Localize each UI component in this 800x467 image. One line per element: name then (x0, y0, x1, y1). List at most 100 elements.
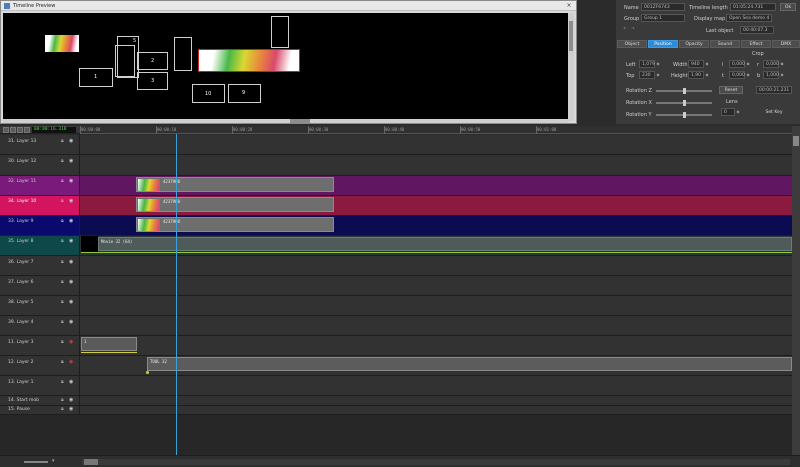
reset-button[interactable]: Reset (719, 86, 743, 94)
layer-header[interactable]: 37. Layer 6 🔒︎ ◉ (0, 276, 80, 295)
preview-box-5b[interactable] (115, 45, 135, 77)
video-clip[interactable]: 4237908 (136, 177, 334, 192)
layer-header[interactable]: 11. Layer 3 🔒︎ ◉ (0, 336, 80, 355)
rewind-button[interactable] (3, 127, 9, 133)
top-field[interactable]: 230 (639, 71, 655, 79)
preview-image-large[interactable] (198, 49, 300, 72)
lock-icon[interactable]: 🔒︎ (61, 138, 64, 144)
timeline-vertical-scrollbar[interactable] (792, 126, 800, 455)
close-icon[interactable]: × (565, 2, 573, 9)
lock-icon[interactable]: 🔒︎ (61, 379, 64, 385)
ok-button[interactable]: Ok (780, 3, 796, 11)
timeline-ruler[interactable]: 00:00:00 00:00:10 00:00:20 00:00:30 00:0… (80, 126, 792, 134)
rotation-x-slider[interactable] (656, 100, 712, 106)
playhead[interactable] (176, 134, 177, 455)
layer-row-8[interactable]: 35. Layer 8 🔒︎ ◉ Movie 32 (64) (0, 236, 792, 256)
preview-canvas[interactable]: 5 2 3 1 10 9 (3, 13, 568, 121)
width-spinner-icon[interactable]: ◆ (704, 60, 710, 68)
lock-icon[interactable]: 🔒︎ (61, 359, 64, 365)
layer-header[interactable]: 38. Layer 5 🔒︎ ◉ (0, 296, 80, 315)
clip[interactable]: 1 (81, 337, 137, 351)
crop-l-field[interactable]: 0,000 (729, 60, 745, 68)
set-key-button[interactable]: Set Key (756, 108, 792, 116)
layer-track[interactable]: Movie 32 (64) (81, 236, 792, 255)
crop-t-field[interactable]: 0,000 (729, 71, 745, 79)
tab-sound[interactable]: Sound (710, 40, 740, 48)
layer-track[interactable] (81, 256, 792, 275)
stop-button[interactable] (10, 127, 16, 133)
crop-l-spinner-icon[interactable]: ◆ (745, 60, 751, 68)
layer-header[interactable]: 35. Layer 8 🔒︎ ◉ (0, 236, 80, 255)
eye-icon[interactable]: ◉ (69, 238, 73, 244)
layer-row-9[interactable]: 33. Layer 9 🔒︎ ◉ 4237908 (0, 216, 792, 236)
layer-track[interactable]: 4237908 (81, 196, 792, 215)
layer-row-5[interactable]: 38. Layer 5 🔒︎ ◉ (0, 296, 792, 316)
layer-track[interactable] (81, 296, 792, 315)
layer-track[interactable]: 4237908 (81, 176, 792, 195)
key-time-field[interactable]: 00:00:21.231 (756, 86, 792, 94)
top-spinner-icon[interactable]: ◆ (655, 71, 661, 79)
layer-track[interactable]: 1 (81, 336, 792, 355)
layer-header[interactable]: 15. Pause 🔒︎ ◉ (0, 406, 80, 414)
layer-header[interactable]: 12. Layer 2 🔒︎ ◉ (0, 356, 80, 375)
lock-icon[interactable]: 🔒︎ (61, 178, 64, 184)
layer-track[interactable] (81, 155, 792, 175)
layer-header[interactable]: 32. Layer 11 🔒︎ ◉ (0, 176, 80, 195)
lock-icon[interactable]: 🔒︎ (61, 397, 64, 403)
eye-icon[interactable]: ◉ (69, 198, 73, 204)
slider-knob[interactable] (683, 88, 686, 94)
last-object-field[interactable]: 00:40:07.3 (740, 26, 774, 34)
crop-b-spinner-icon[interactable]: ◆ (779, 71, 785, 79)
layer-header[interactable]: 14. Start mob 🔒︎ ◉ (0, 396, 80, 405)
timeline-length-field[interactable]: 01:05:24.731 (730, 3, 776, 11)
scroll-thumb[interactable] (569, 21, 573, 51)
layer-track[interactable]: TOOL 32 (81, 356, 792, 375)
left-spinner-icon[interactable]: ◆ (655, 60, 661, 68)
timeline-horizontal-scrollbar[interactable] (82, 459, 790, 465)
lock-icon[interactable]: 🔒︎ (61, 218, 64, 224)
group-select[interactable]: Group 1 (641, 14, 685, 22)
undo-icon[interactable]: ↶ (622, 25, 628, 33)
lock-icon[interactable]: 🔒︎ (61, 339, 64, 345)
crop-r-spinner-icon[interactable]: ◆ (779, 60, 785, 68)
lock-icon[interactable]: 🔒︎ (61, 259, 64, 265)
lock-icon[interactable]: 🔒︎ (61, 299, 64, 305)
tab-position[interactable]: Position (648, 40, 678, 48)
eye-hidden-icon[interactable]: ◉ (69, 339, 73, 345)
preview-box-empty[interactable] (174, 37, 192, 71)
eye-icon[interactable]: ◉ (69, 138, 73, 144)
scroll-thumb[interactable] (84, 459, 98, 465)
layer-track[interactable] (81, 396, 792, 405)
rotation-y-slider[interactable] (656, 112, 712, 118)
layer-row-11[interactable]: 32. Layer 11 🔒︎ ◉ 4237908 (0, 176, 792, 196)
preview-box-tall[interactable] (271, 16, 289, 48)
layer-row-6[interactable]: 37. Layer 6 🔒︎ ◉ (0, 276, 792, 296)
layer-track[interactable] (81, 316, 792, 335)
slider-knob[interactable] (683, 112, 686, 118)
lens-spinner-icon[interactable]: ◆ (735, 108, 741, 116)
layer-row-start-mob[interactable]: 14. Start mob 🔒︎ ◉ (0, 396, 792, 406)
preview-horizontal-scrollbar[interactable] (3, 119, 568, 123)
crop-t-spinner-icon[interactable]: ◆ (745, 71, 751, 79)
left-field[interactable]: 1,079 (639, 60, 655, 68)
eye-icon[interactable]: ◉ (69, 397, 73, 403)
preview-titlebar[interactable]: Timeline Preview × (1, 1, 576, 11)
eye-icon[interactable]: ◉ (69, 178, 73, 184)
eye-icon[interactable]: ◉ (69, 319, 73, 325)
layer-header[interactable]: 39. Layer 4 🔒︎ ◉ (0, 316, 80, 335)
movie-clip[interactable]: Movie 32 (64) (98, 237, 792, 251)
rotation-z-slider[interactable] (656, 88, 712, 94)
layer-track[interactable] (81, 276, 792, 295)
layer-header[interactable]: 36. Layer 7 🔒︎ ◉ (0, 256, 80, 275)
eye-icon[interactable]: ◉ (69, 259, 73, 265)
scroll-thumb[interactable] (290, 119, 310, 123)
layer-row-13[interactable]: 31. Layer 13 🔒︎ ◉ (0, 135, 792, 155)
layer-row-12[interactable]: 30. Layer 12 🔒︎ ◉ (0, 155, 792, 176)
scroll-thumb[interactable] (793, 136, 799, 146)
eye-hidden-icon[interactable]: ◉ (69, 359, 73, 365)
layer-header[interactable]: 34. Layer 10 🔒︎ ◉ (0, 196, 80, 215)
slider-knob[interactable] (683, 100, 686, 106)
clip[interactable]: TOOL 32 (147, 357, 792, 371)
height-field[interactable]: 1,90 (688, 71, 704, 79)
video-clip[interactable]: 4237908 (136, 197, 334, 212)
